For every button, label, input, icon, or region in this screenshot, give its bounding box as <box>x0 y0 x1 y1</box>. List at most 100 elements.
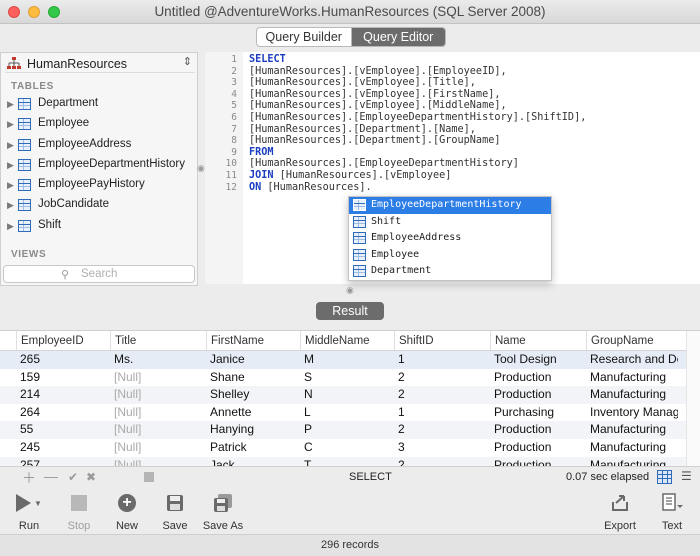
table-cell[interactable]: Production <box>490 439 586 457</box>
table-cell[interactable]: Annette <box>206 404 300 422</box>
vertical-split-handle[interactable]: ◉ <box>197 163 205 174</box>
stop-button[interactable]: Stop <box>62 492 96 532</box>
table-cell[interactable]: 159 <box>16 369 110 387</box>
table-cell[interactable]: Manufacturing <box>586 386 678 404</box>
horizontal-split-handle[interactable]: ◉ <box>346 285 354 296</box>
sidebar-item-employeedepartmenthistory[interactable]: ▶ EmployeeDepartmentHistory <box>1 156 197 176</box>
sidebar-item-jobcandidate[interactable]: ▶ JobCandidate <box>1 196 197 216</box>
export-button[interactable]: Export <box>600 492 640 532</box>
grid-scrollbar[interactable] <box>686 331 700 466</box>
disclosure-triangle-icon[interactable]: ▶ <box>7 200 14 211</box>
table-cell[interactable]: Production <box>490 457 586 466</box>
table-cell[interactable]: Ms. <box>110 351 206 369</box>
table-cell[interactable]: Manufacturing <box>586 369 678 387</box>
table-cell[interactable]: Patrick <box>206 439 300 457</box>
table-cell[interactable]: 1 <box>394 404 490 422</box>
table-cell[interactable]: 2 <box>394 421 490 439</box>
table-row[interactable]: 245 [Null] Patrick C 3 Production Manufacturin… <box>0 439 700 457</box>
table-row[interactable]: 214 [Null] Shelley N 2 Production Manufacturin… <box>0 386 700 404</box>
table-cell[interactable]: 214 <box>16 386 110 404</box>
run-button[interactable]: ▼ Run <box>12 492 46 532</box>
discard-changes-button[interactable]: ✖ <box>86 470 96 484</box>
save-button[interactable]: Save <box>158 492 192 532</box>
table-cell[interactable]: Production <box>490 421 586 439</box>
table-cell[interactable]: [Null] <box>110 386 206 404</box>
table-cell[interactable]: Hanying <box>206 421 300 439</box>
autocomplete-item[interactable]: EmployeeDepartmentHistory <box>349 197 551 214</box>
sidebar-item-department[interactable]: ▶ Department <box>1 95 197 115</box>
table-cell[interactable]: T <box>300 457 394 466</box>
table-cell[interactable]: Shelley <box>206 386 300 404</box>
table-cell[interactable]: Production <box>490 369 586 387</box>
disclosure-triangle-icon[interactable]: ▶ <box>7 160 14 171</box>
table-cell[interactable]: 2 <box>394 369 490 387</box>
stop-icon[interactable] <box>144 472 154 482</box>
delete-row-button[interactable]: — <box>44 468 58 484</box>
autocomplete-item[interactable]: Shift <box>349 214 551 231</box>
table-cell[interactable]: L <box>300 404 394 422</box>
tab-query-builder[interactable]: Query Builder <box>257 28 352 46</box>
disclosure-triangle-icon[interactable]: ▶ <box>7 140 14 151</box>
disclosure-triangle-icon[interactable]: ▶ <box>7 119 14 130</box>
result-grid[interactable]: EmployeeID Title FirstName MiddleName Sh… <box>0 330 700 466</box>
table-cell[interactable]: Tool Design <box>490 351 586 369</box>
search-input[interactable]: ⚲ Search <box>3 265 195 283</box>
text-view-icon[interactable]: ☰ <box>681 469 692 483</box>
column-header[interactable]: FirstName <box>206 331 300 350</box>
table-cell[interactable]: 1 <box>394 351 490 369</box>
disclosure-triangle-icon[interactable]: ▶ <box>7 221 14 232</box>
table-cell[interactable]: 2 <box>394 457 490 466</box>
column-header[interactable]: ShiftID <box>394 331 490 350</box>
table-cell[interactable]: C <box>300 439 394 457</box>
save-as-button[interactable]: Save As <box>199 492 247 532</box>
table-cell[interactable]: Inventory Manage <box>586 404 678 422</box>
column-header[interactable]: MiddleName <box>300 331 394 350</box>
table-cell[interactable]: Shane <box>206 369 300 387</box>
sidebar-item-employee[interactable]: ▶ Employee <box>1 115 197 135</box>
disclosure-triangle-icon[interactable]: ▶ <box>7 99 14 110</box>
table-row[interactable]: 257 [Null] Jack T 2 Production Manufacturing <box>0 456 700 466</box>
code-area[interactable]: SELECT [HumanResources].[vEmployee].[Emp… <box>249 54 586 193</box>
column-header[interactable]: Title <box>110 331 206 350</box>
commit-changes-button[interactable]: ✔ <box>68 470 78 484</box>
column-header[interactable]: EmployeeID <box>16 331 110 350</box>
table-cell[interactable]: M <box>300 351 394 369</box>
table-cell[interactable]: N <box>300 386 394 404</box>
tab-query-editor[interactable]: Query Editor <box>351 28 445 46</box>
table-cell[interactable]: [Null] <box>110 369 206 387</box>
table-cell[interactable]: Manufacturing <box>586 439 678 457</box>
table-cell[interactable]: 257 <box>16 457 110 466</box>
grid-view-icon[interactable] <box>657 470 672 484</box>
result-button[interactable]: Result <box>316 302 384 320</box>
table-cell[interactable]: Janice <box>206 351 300 369</box>
column-header[interactable]: Name <box>490 331 586 350</box>
new-button[interactable]: + New <box>110 492 144 532</box>
table-cell[interactable]: 264 <box>16 404 110 422</box>
table-cell[interactable]: 2 <box>394 386 490 404</box>
text-button[interactable]: Text <box>654 492 690 532</box>
autocomplete-item[interactable]: Employee <box>349 247 551 264</box>
table-cell[interactable]: S <box>300 369 394 387</box>
table-cell[interactable]: Manufacturing <box>586 421 678 439</box>
sidebar-item-shift[interactable]: ▶ Shift <box>1 217 197 237</box>
table-cell[interactable]: 245 <box>16 439 110 457</box>
table-cell[interactable]: Jack <box>206 457 300 466</box>
table-cell[interactable]: 265 <box>16 351 110 369</box>
table-cell[interactable]: [Null] <box>110 404 206 422</box>
table-cell[interactable]: Manufacturing <box>586 457 678 466</box>
disclosure-triangle-icon[interactable]: ▶ <box>7 180 14 191</box>
table-row[interactable]: 265 Ms. Janice M 1 Tool Design Research and De <box>0 351 700 369</box>
table-cell[interactable]: 3 <box>394 439 490 457</box>
sidebar-item-employeepayhistory[interactable]: ▶ EmployeePayHistory <box>1 176 197 196</box>
autocomplete-item[interactable]: Department <box>349 263 551 280</box>
table-row[interactable]: 264 [Null] Annette L 1 Purchasing Inventory Ma… <box>0 404 700 422</box>
database-selector[interactable]: HumanResources ⇕ <box>5 55 195 73</box>
autocomplete-item[interactable]: EmployeeAddress <box>349 230 551 247</box>
add-row-button[interactable]: ＋ <box>22 468 36 488</box>
table-cell[interactable]: Purchasing <box>490 404 586 422</box>
table-row[interactable]: 159 [Null] Shane S 2 Production Manufacturing <box>0 369 700 387</box>
table-cell[interactable]: 55 <box>16 421 110 439</box>
table-cell[interactable]: Research and De <box>586 351 678 369</box>
table-cell[interactable]: P <box>300 421 394 439</box>
table-cell[interactable]: [Null] <box>110 421 206 439</box>
